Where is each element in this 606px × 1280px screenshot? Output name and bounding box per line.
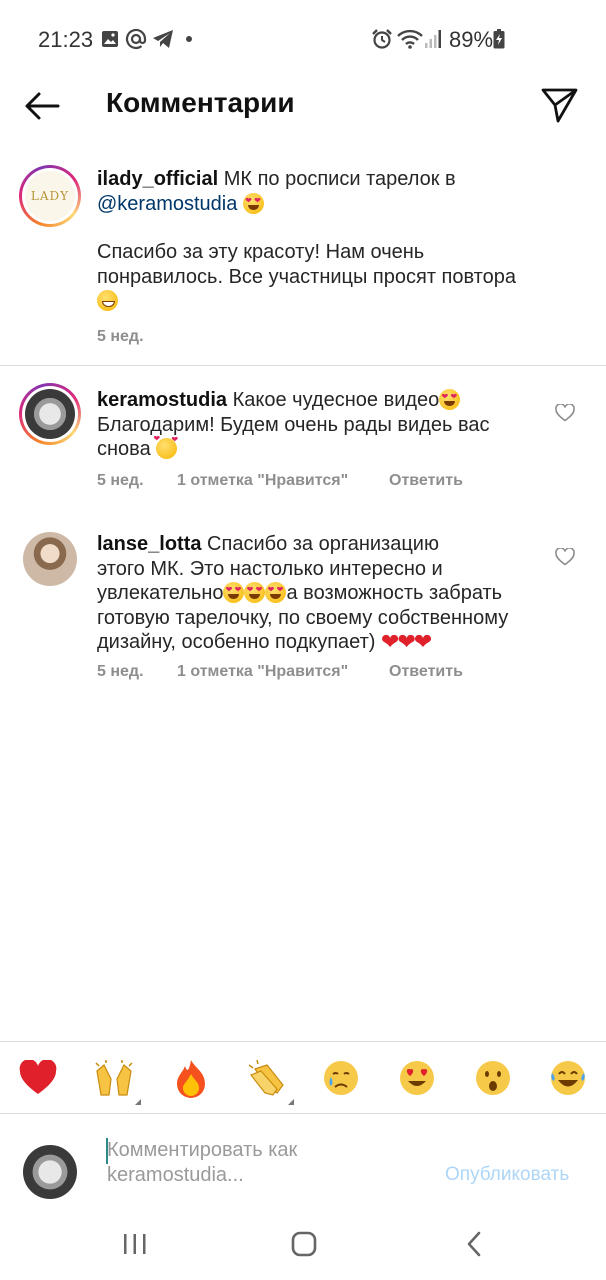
heart-eyes-emoji: ❤ ❤ (242, 192, 264, 214)
caption-text: ilady_official МК по росписи тарелок в @… (97, 167, 557, 314)
heart-eyes-emoji: ❤ ❤ (265, 582, 287, 603)
emoji-heart-eyes-button[interactable] (396, 1057, 438, 1099)
comment-line: Спасибо за организацию (207, 533, 439, 555)
battery-icon (493, 26, 505, 52)
divider (0, 1113, 606, 1114)
publish-button[interactable]: Опубликовать (445, 1164, 569, 1186)
home-icon (291, 1231, 317, 1257)
wifi-icon (397, 26, 423, 52)
emoji-clap-button[interactable] (246, 1057, 294, 1105)
heart-eyes-emoji: ❤ ❤ (244, 582, 266, 603)
emoji-laughing-button[interactable] (547, 1057, 589, 1099)
comment-text: lanse_lotta Спасибо за организацию этого… (97, 532, 547, 655)
divider (0, 1041, 606, 1042)
raised-hands-icon (95, 1060, 133, 1096)
avatar[interactable] (19, 383, 81, 445)
emoji-fire-button[interactable] (170, 1057, 212, 1099)
back-button[interactable] (22, 86, 62, 126)
clapping-hands-icon (248, 1059, 284, 1096)
avatar[interactable] (23, 532, 77, 586)
caption-time: 5 нед. (97, 328, 144, 345)
caption-body: Спасибо за эту красоту! Нам очень понрав… (97, 241, 516, 288)
heart-eyes-emoji: ❤ ❤ (223, 582, 245, 603)
dot-icon (186, 26, 192, 52)
emoji-heart-button[interactable] (17, 1057, 59, 1099)
likes-count[interactable]: 1 отметка "Нравится" (177, 472, 348, 490)
recents-button[interactable] (120, 1226, 150, 1262)
red-hearts-emoji: ❤❤❤ (381, 629, 432, 654)
divider (0, 365, 606, 366)
system-back-button[interactable] (462, 1226, 486, 1262)
comment-line: готовую тарелочку, по своему собственном… (97, 606, 509, 629)
mention-link[interactable]: @keramostudia (97, 193, 237, 215)
comment-input[interactable] (107, 1138, 417, 1194)
alarm-icon (371, 26, 393, 52)
smiling-hearts-emoji: ❤ ❤ (153, 435, 178, 459)
caption-line: МК по росписи тарелок в (223, 168, 456, 190)
recents-icon (124, 1234, 146, 1254)
share-button[interactable] (538, 84, 580, 126)
tears-of-joy-icon (551, 1061, 585, 1095)
avatar[interactable]: LADY (19, 165, 81, 227)
comment-line: увлекательно (97, 582, 224, 604)
reply-button[interactable]: Ответить (389, 663, 463, 681)
signal-icon (424, 26, 442, 52)
telegram-icon (152, 26, 174, 52)
battery-percent: 89% (449, 27, 494, 52)
emoji-crying-button[interactable] (320, 1057, 362, 1099)
fire-icon (177, 1060, 205, 1098)
surprised-face-icon (476, 1061, 510, 1095)
page-title: Комментарии (106, 87, 295, 118)
comment-text: keramostudia Какое чудесное видео ❤ ❤ Благ… (97, 388, 537, 462)
brand-logo: LADY (30, 189, 70, 203)
home-button[interactable] (288, 1226, 320, 1262)
comment-time: 5 нед. (97, 663, 144, 680)
heart-emoji-icon (19, 1060, 57, 1094)
paper-plane-icon (541, 88, 578, 123)
gallery-icon (101, 26, 119, 52)
like-heart-icon[interactable] (555, 547, 575, 568)
avatar (23, 1145, 77, 1199)
crying-face-icon (324, 1061, 358, 1095)
username-link[interactable]: ilady_official (97, 168, 218, 190)
chevron-left-icon (467, 1231, 481, 1257)
comment-time: 5 нед. (97, 472, 144, 489)
at-icon (125, 26, 147, 52)
comment-line: Какое чудесное видео (232, 389, 440, 411)
comment-line: дизайну, особенно подкупает) (97, 631, 376, 653)
username-link[interactable]: keramostudia (97, 389, 227, 411)
like-heart-icon[interactable] (555, 403, 575, 424)
emoji-raised-hands-button[interactable] (93, 1057, 141, 1105)
emoji-surprised-button[interactable] (472, 1057, 514, 1099)
arrow-left-icon (25, 92, 60, 120)
comment-line: Благодарим! Будем очень рады видеь вас (97, 413, 490, 436)
comment-line: а возможность забрать (286, 582, 503, 604)
heart-eyes-emoji: ❤ ❤ (439, 389, 461, 410)
status-time: 21:23 (38, 27, 94, 52)
grin-emoji (97, 290, 118, 311)
comment-line: этого МК. Это настолько интересно и (97, 557, 443, 580)
comment-line: снова (97, 438, 151, 460)
reply-button[interactable]: Ответить (389, 472, 463, 490)
likes-count[interactable]: 1 отметка "Нравится" (177, 663, 348, 681)
heart-eyes-icon (400, 1061, 434, 1095)
username-link[interactable]: lanse_lotta (97, 533, 201, 555)
